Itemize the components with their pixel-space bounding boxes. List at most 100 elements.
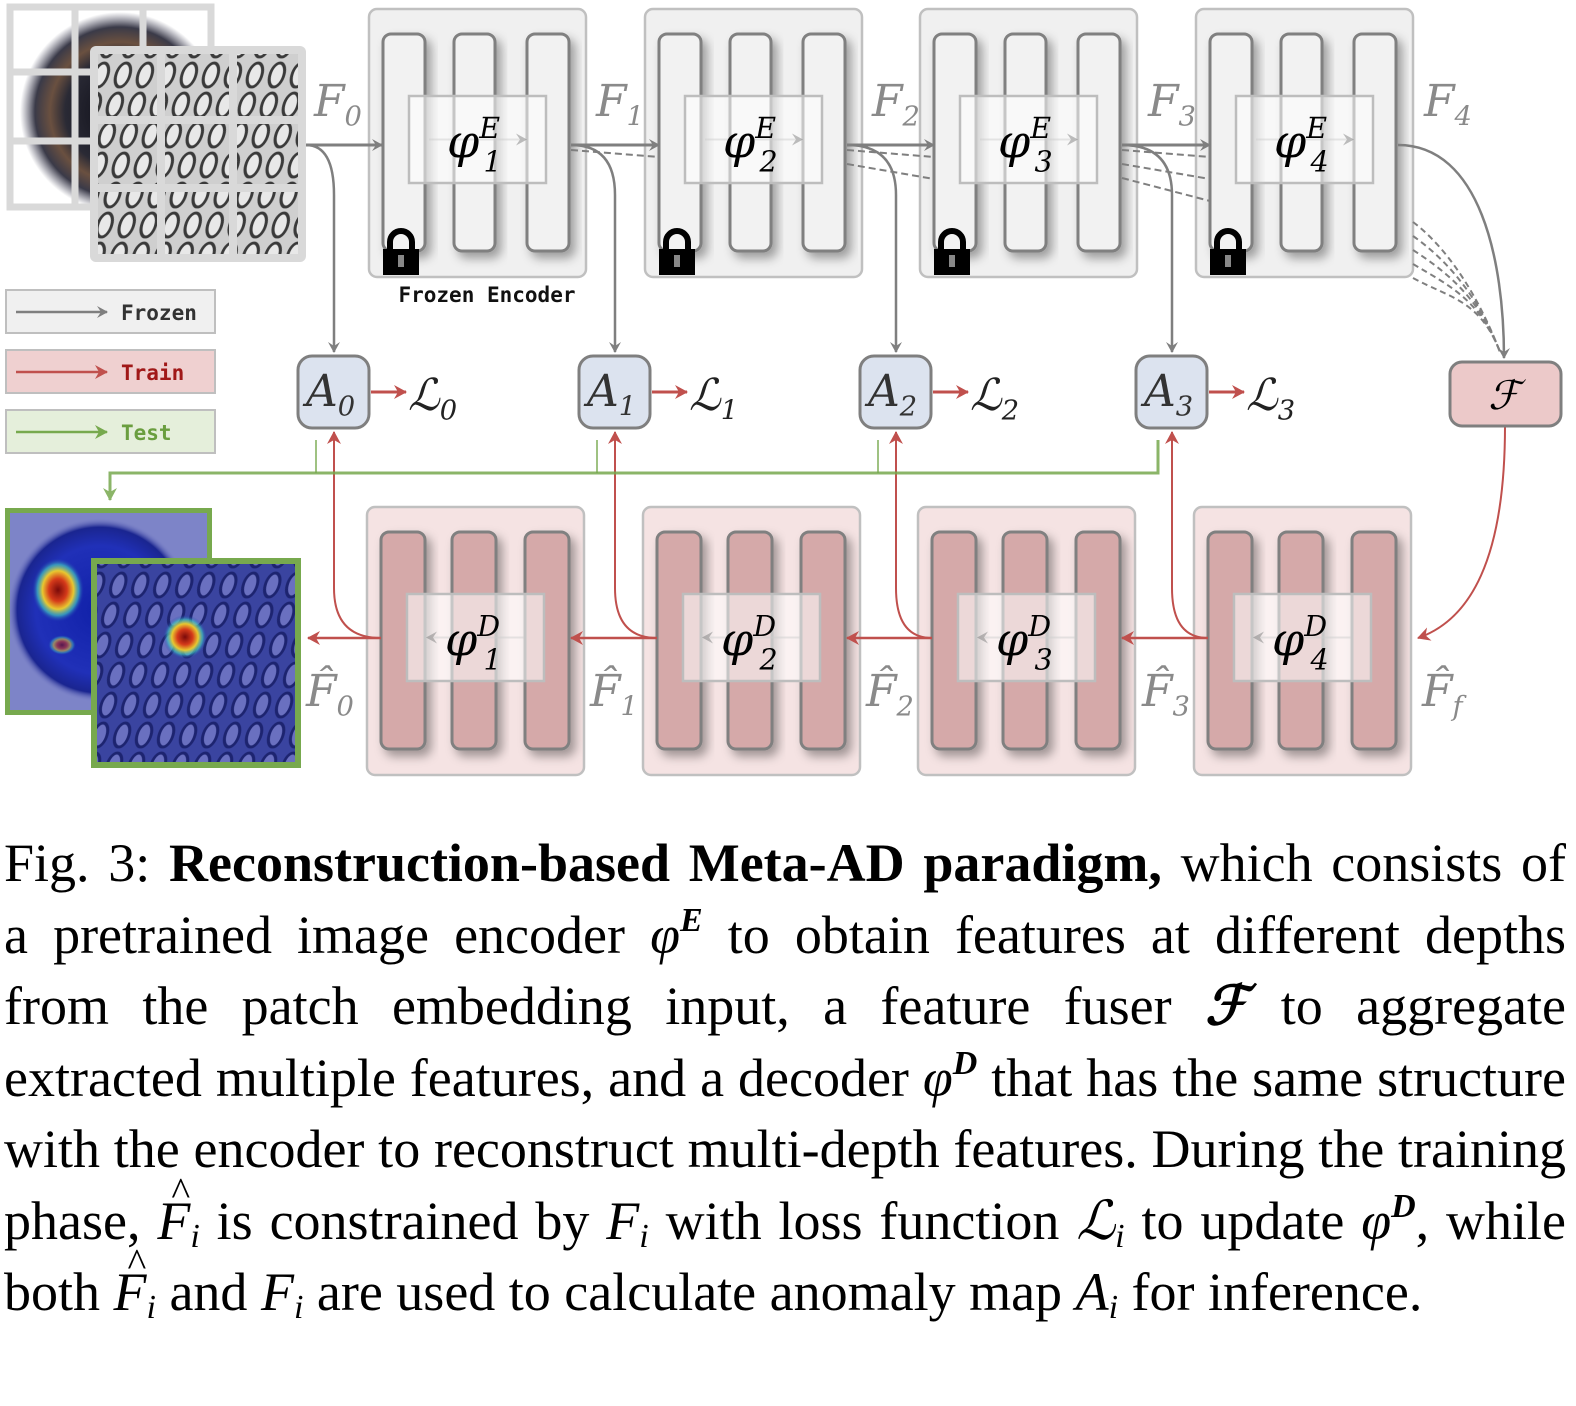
block-symbol: φE 1 xyxy=(447,112,502,178)
fig-label: Fig. 3: xyxy=(4,833,151,893)
caption-text: and xyxy=(155,1262,261,1322)
legend-item-train: Train xyxy=(5,349,216,394)
decoder-feature-label: F̂3 xyxy=(1141,664,1190,723)
block-symbol-main: φ xyxy=(445,613,478,667)
caption-text: to update xyxy=(1124,1190,1362,1251)
block-symbol-main: φ xyxy=(723,115,756,169)
block-symbol: φD 3 xyxy=(996,610,1053,676)
skip-connection xyxy=(1412,221,1501,353)
anomaly-node-label-sub: 3 xyxy=(1176,392,1193,423)
anomaly-node-label-sub: 1 xyxy=(619,392,636,423)
encoder-feature-label-main: F xyxy=(1423,76,1456,127)
decoder: φD 1 φD 2 φD 3 φD 4 xyxy=(365,505,1413,777)
decoder-feature-label-main: F̂ xyxy=(589,664,622,717)
decoder-feature-label-sub: 1 xyxy=(621,692,638,723)
lock-keyhole xyxy=(398,255,404,267)
caption-text: with loss function xyxy=(648,1190,1077,1251)
block-symbol-main: φ xyxy=(447,115,480,169)
block-symbol-sup: E xyxy=(478,112,500,145)
math-sub: i xyxy=(190,1217,200,1255)
feature-fuser-node: ℱ xyxy=(1448,360,1563,428)
frozen-encoder-label: Frozen Encoder xyxy=(398,283,575,307)
input-image-grid xyxy=(90,46,306,262)
math-sup: E xyxy=(679,901,703,939)
math-sub: i xyxy=(293,1289,304,1326)
encoder-feature-label: F3 xyxy=(1147,76,1196,133)
train-arrow xyxy=(1417,425,1506,641)
block-symbol: φE 2 xyxy=(723,112,778,178)
loss-label: ℒ3 xyxy=(1246,370,1295,427)
anomaly-node-label-sub: 0 xyxy=(338,392,355,423)
lock-keyhole xyxy=(674,255,680,267)
block-symbol-sub: 1 xyxy=(484,643,502,676)
legend-item-frozen: Frozen xyxy=(5,289,216,334)
anomaly-node-label-main: A xyxy=(1140,366,1176,417)
encoder-feature-label-sub: 4 xyxy=(1454,102,1472,133)
block-symbol-sup: E xyxy=(754,112,776,145)
legend-label: Test xyxy=(121,421,172,445)
encoder-feature-label: F4 xyxy=(1423,76,1472,133)
decoder-feature-label: F̂f xyxy=(1421,664,1468,723)
decoder-feature-label-sub: 0 xyxy=(337,692,354,723)
encoder-feature-label-main: F xyxy=(1147,76,1180,127)
legend-label: Train xyxy=(121,361,184,385)
caption-text: are used to calculate anomaly map xyxy=(303,1262,1076,1322)
decoder-feature-label-sub: f xyxy=(1451,692,1468,723)
meta-ad-diagram: FrozenTrainTest φE 1 φE 2 φE 3 φE 4 Frozen Enco… xyxy=(5,3,1563,777)
encoder-block-4: φE 4 xyxy=(1194,7,1415,279)
encoder-feature-label-sub: 1 xyxy=(627,102,644,133)
math-sub: i xyxy=(1108,1289,1119,1326)
legend: Frozen Train Test xyxy=(5,289,216,454)
block-symbol-main: φ xyxy=(1272,613,1305,667)
skip-connection xyxy=(1412,249,1501,353)
legend-label: Frozen xyxy=(121,301,197,325)
legend-item-test: Test xyxy=(5,409,216,454)
math-sub: i xyxy=(639,1217,649,1255)
decoder-feature-label-main: F̂ xyxy=(1141,664,1174,717)
block-symbol-sub: 2 xyxy=(758,145,777,178)
encoder-feature-label-main: F xyxy=(313,76,346,127)
caption-title: Reconstruction-based Meta-AD paradigm, xyxy=(169,833,1162,893)
decoder-feature-label-sub: 3 xyxy=(1173,692,1190,723)
encoder-feature-label: F0 xyxy=(313,76,362,133)
decoder-block-2: φD 2 xyxy=(641,505,862,777)
lock-keyhole xyxy=(1225,255,1231,267)
lock-keyhole xyxy=(949,255,955,267)
block-symbol: φD 1 xyxy=(445,610,502,676)
block-symbol-sub: 3 xyxy=(1034,145,1052,178)
frozen-tap-arrow xyxy=(305,143,340,353)
block-symbol-main: φ xyxy=(721,613,754,667)
math-anomaly: A xyxy=(1075,1262,1109,1322)
encoder-feature-label-sub: 2 xyxy=(902,102,920,133)
block-symbol: φE 4 xyxy=(1274,112,1329,178)
loss-label-sub: 1 xyxy=(721,396,738,427)
math-phi: φ xyxy=(1361,1190,1392,1251)
anomaly-map-grid xyxy=(91,558,301,768)
encoder-feature-label-main: F xyxy=(595,76,628,127)
math-loss: ℒ xyxy=(1076,1190,1116,1251)
math-fuser: ℱ xyxy=(1204,976,1248,1036)
figure-caption: Fig. 3: Reconstruction-based Meta-AD par… xyxy=(4,828,1566,1329)
loss-label-main: ℒ xyxy=(689,370,722,421)
loss-label: ℒ1 xyxy=(689,370,738,427)
block-symbol-sub: 3 xyxy=(1035,643,1053,676)
math-sub: i xyxy=(1115,1217,1125,1255)
anomaly-node-label-sub: 2 xyxy=(899,392,917,423)
block-symbol-sup: D xyxy=(1303,610,1327,643)
encoder-feature-label-sub: 0 xyxy=(345,102,362,133)
block-symbol-sup: D xyxy=(1027,610,1051,643)
block-symbol-main: φ xyxy=(996,613,1029,667)
math-f: F xyxy=(260,1262,294,1322)
math-sup: D xyxy=(1391,1187,1416,1225)
anomaly-node-label-main: A xyxy=(302,366,338,417)
loss-label-main: ℒ xyxy=(970,370,1003,421)
caption-text: is constrained by xyxy=(199,1190,607,1251)
caption-text: for inference. xyxy=(1118,1262,1423,1322)
skip-connection xyxy=(1412,235,1501,353)
math-fhat: F xyxy=(114,1227,147,1329)
math-sub: i xyxy=(146,1289,156,1326)
output-anomaly-maps xyxy=(5,508,301,768)
block-symbol-sub: 4 xyxy=(1309,145,1328,178)
decoder-block-3: φD 3 xyxy=(916,505,1137,777)
test-arrow xyxy=(103,440,1160,501)
